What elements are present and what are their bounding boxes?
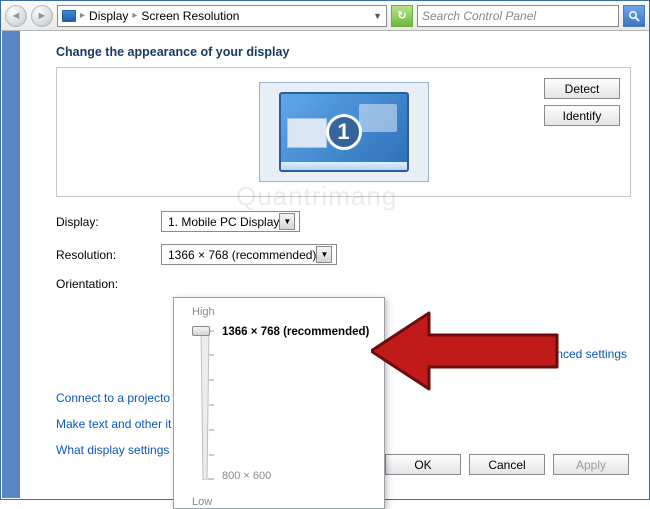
identify-button[interactable]: Identify xyxy=(544,105,620,126)
search-icon xyxy=(628,10,640,22)
breadcrumb-resolution[interactable]: Screen Resolution xyxy=(141,9,239,23)
chevron-right-icon: ▸ xyxy=(132,10,137,21)
resolution-label: Resolution: xyxy=(56,248,161,262)
window-thumb-icon xyxy=(287,118,327,148)
toolbar: ◄ ► ▸ Display ▸ Screen Resolution ▼ ↻ Se… xyxy=(1,1,649,31)
breadcrumb-display[interactable]: Display xyxy=(89,9,128,23)
apply-button[interactable]: Apply xyxy=(553,454,629,475)
display-icon xyxy=(62,10,76,22)
orientation-label: Orientation: xyxy=(56,277,161,291)
taskbar-icon xyxy=(281,162,407,170)
slider-current-label: 1366 × 768 (recommended) xyxy=(222,326,369,338)
chevron-down-icon[interactable]: ▼ xyxy=(279,213,295,230)
slider-track-icon xyxy=(196,330,214,480)
resolution-combo[interactable]: 1366 × 768 (recommended) ▼ xyxy=(161,244,337,265)
search-button[interactable] xyxy=(623,5,645,27)
advanced-settings-link[interactable]: Advanced settings xyxy=(529,347,627,361)
monitor-number-badge: 1 xyxy=(326,114,362,150)
back-button[interactable]: ◄ xyxy=(5,5,27,27)
refresh-button[interactable]: ↻ xyxy=(391,5,413,27)
window-border xyxy=(2,31,20,498)
slider-min-label: 800 × 600 xyxy=(222,470,271,482)
search-placeholder: Search Control Panel xyxy=(422,9,536,23)
resolution-slider-popup[interactable]: High 1366 × 768 (recommended) 800 × 600 … xyxy=(173,297,385,509)
detect-button[interactable]: Detect xyxy=(544,78,620,99)
slider-thumb[interactable] xyxy=(192,326,210,336)
search-input[interactable]: Search Control Panel xyxy=(417,5,619,27)
ok-button[interactable]: OK xyxy=(385,454,461,475)
chevron-right-icon: ▸ xyxy=(80,10,85,21)
slider-high-label: High xyxy=(192,306,374,318)
address-bar[interactable]: ▸ Display ▸ Screen Resolution ▼ xyxy=(57,5,387,27)
chevron-down-icon[interactable]: ▼ xyxy=(373,11,382,21)
display-preview: 1 Detect Identify xyxy=(56,67,631,197)
display-label: Display: xyxy=(56,215,161,229)
page-title: Change the appearance of your display xyxy=(56,45,631,59)
cancel-button[interactable]: Cancel xyxy=(469,454,545,475)
display-arrangement[interactable]: 1 xyxy=(259,82,429,182)
chevron-down-icon[interactable]: ▼ xyxy=(316,246,332,263)
window-thumb-icon xyxy=(359,104,397,132)
slider-low-label: Low xyxy=(192,496,212,508)
forward-button[interactable]: ► xyxy=(31,5,53,27)
monitor-1[interactable]: 1 xyxy=(279,92,409,172)
resolution-slider[interactable]: 1366 × 768 (recommended) 800 × 600 xyxy=(196,326,374,494)
dialog-buttons: OK Cancel Apply xyxy=(385,454,629,475)
resolution-combo-value: 1366 × 768 (recommended) xyxy=(168,248,316,262)
display-combo[interactable]: 1. Mobile PC Display ▼ xyxy=(161,211,300,232)
display-combo-value: 1. Mobile PC Display xyxy=(168,215,279,229)
